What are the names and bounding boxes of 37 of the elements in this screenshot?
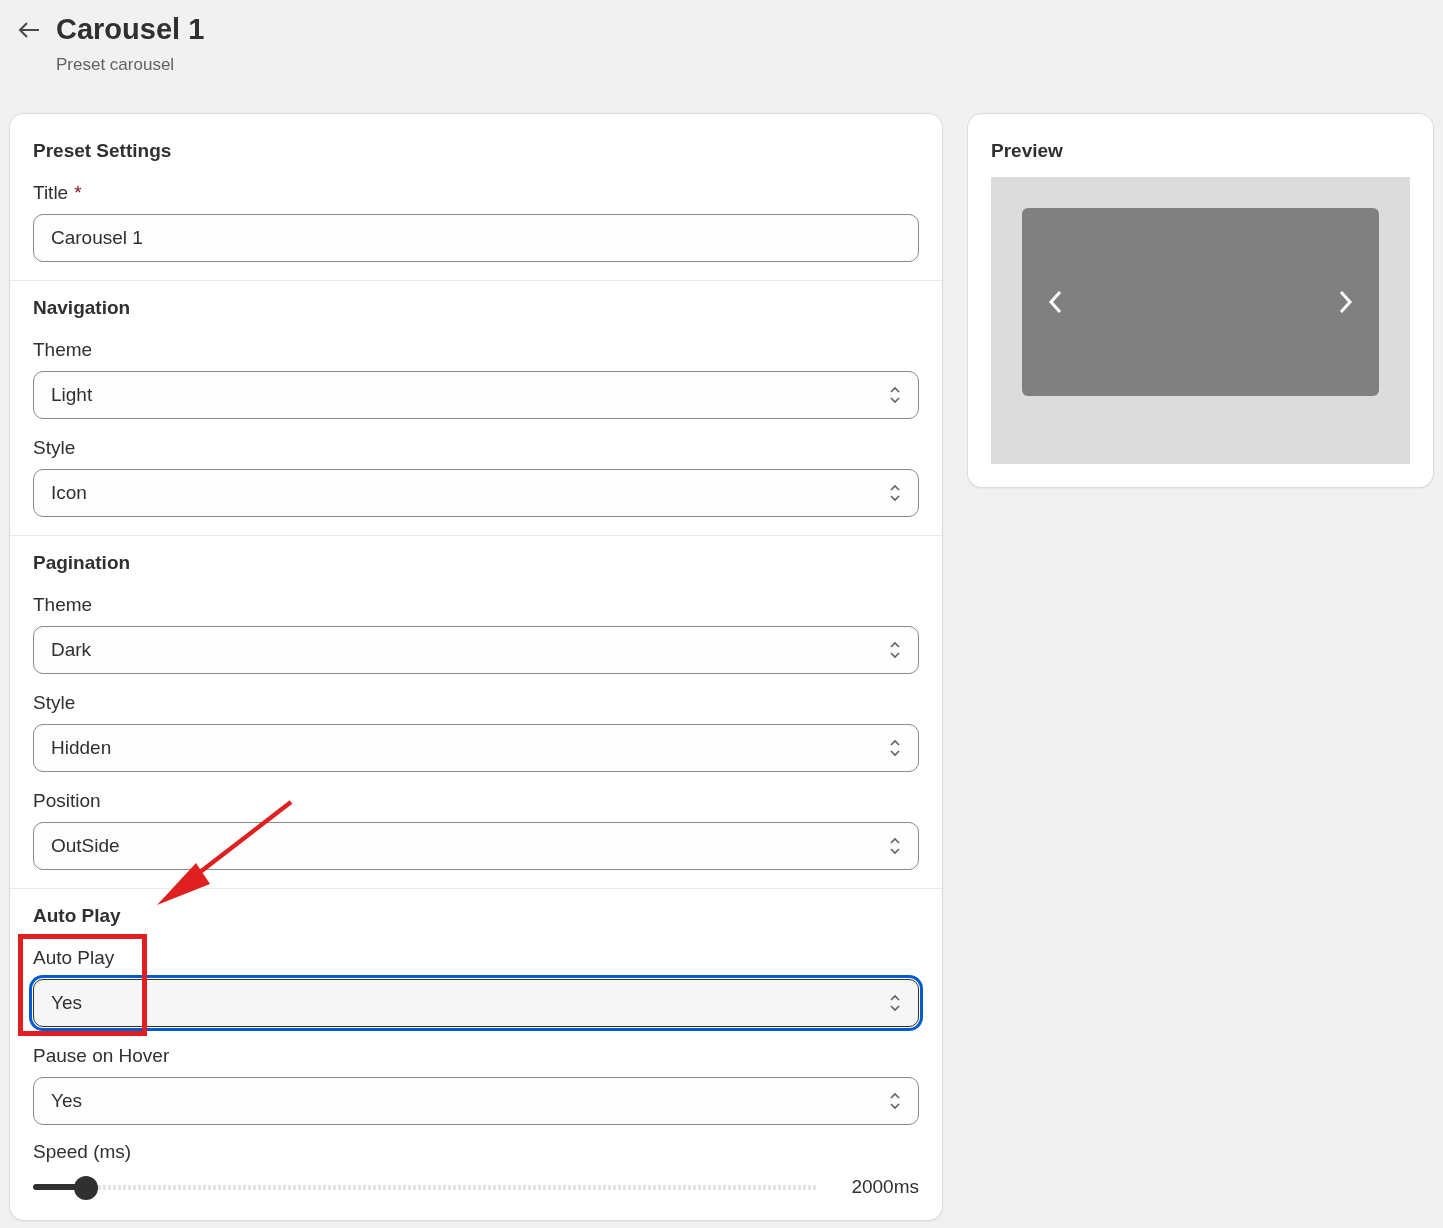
field-label: Pause on Hover: [33, 1044, 170, 1068]
chevron-right-icon[interactable]: [1339, 290, 1353, 314]
up-down-chevron-icon: [889, 640, 901, 660]
slider-value: 2000ms: [851, 1175, 919, 1199]
field-label: Style: [33, 436, 76, 460]
select-field[interactable]: Hidden: [33, 724, 919, 772]
back-arrow-icon[interactable]: [18, 22, 40, 38]
section-heading: Pagination: [33, 551, 132, 575]
select-field[interactable]: Light: [33, 371, 919, 419]
up-down-chevron-icon: [889, 836, 901, 856]
page-title: Carousel 1: [56, 12, 205, 47]
preview-heading: Preview: [991, 139, 1064, 163]
slider-thumb[interactable]: [73, 1176, 98, 1201]
field-label: Title: [33, 182, 69, 203]
field-label: Position: [33, 789, 101, 813]
required-mark: *: [74, 182, 82, 203]
section-heading: Navigation: [33, 296, 132, 320]
page-subtitle: Preset carousel: [56, 54, 176, 76]
field-label: Style: [33, 691, 76, 715]
select-field[interactable]: Dark: [33, 626, 919, 674]
section-heading: Auto Play: [33, 904, 122, 928]
text-input-field[interactable]: Carousel 1: [33, 214, 919, 262]
field-label: Auto Play: [33, 946, 115, 970]
chevron-left-icon[interactable]: [1048, 290, 1062, 314]
up-down-chevron-icon: [889, 483, 901, 503]
field-label: Speed (ms): [33, 1140, 132, 1164]
section-heading: Preset Settings: [33, 139, 173, 163]
select-field[interactable]: Yes: [33, 1077, 919, 1125]
select-field[interactable]: OutSide: [33, 822, 919, 870]
up-down-chevron-icon: [889, 993, 901, 1013]
up-down-chevron-icon: [889, 738, 901, 758]
select-field[interactable]: Icon: [33, 469, 919, 517]
slider-track[interactable]: [33, 1176, 819, 1199]
up-down-chevron-icon: [889, 1091, 901, 1111]
field-label: Theme: [33, 338, 93, 362]
up-down-chevron-icon: [889, 385, 901, 405]
field-label: Theme: [33, 593, 93, 617]
